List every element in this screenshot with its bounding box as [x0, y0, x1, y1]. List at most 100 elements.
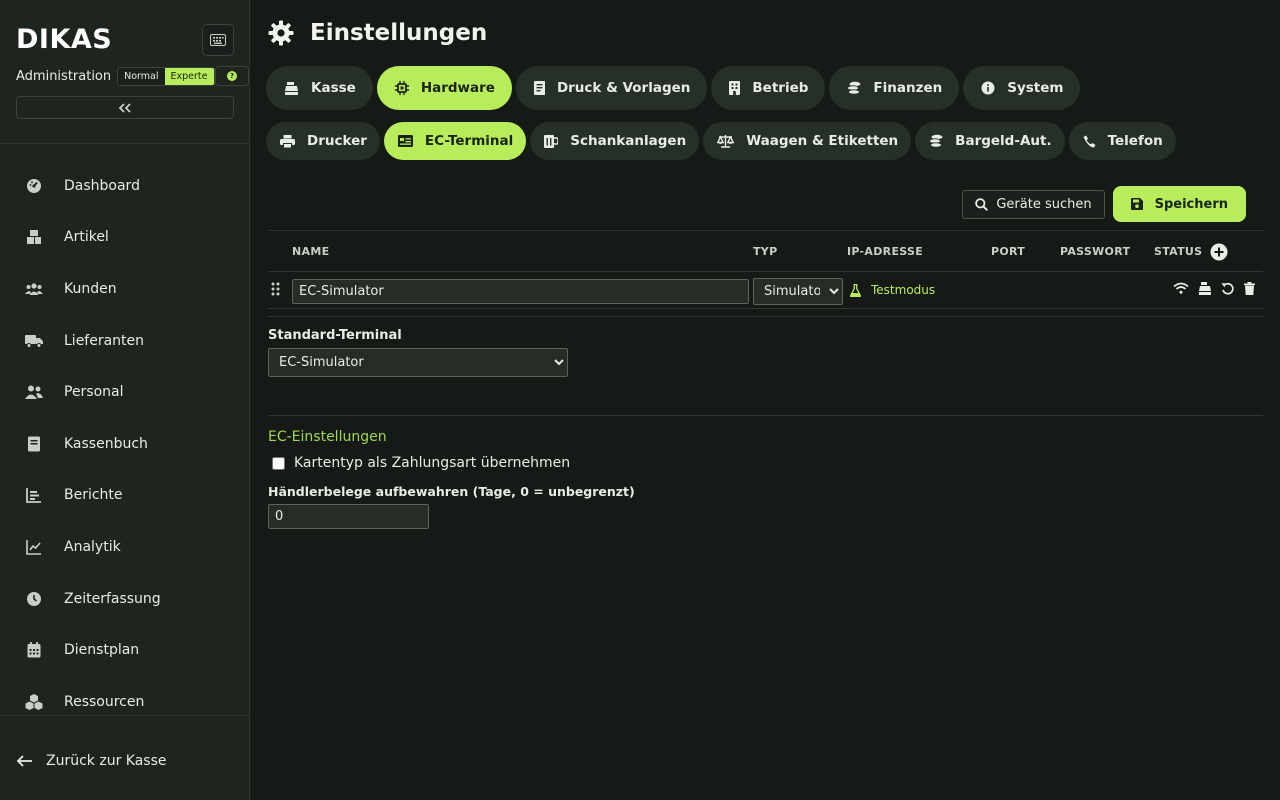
- sidebar-divider: [0, 715, 250, 716]
- tab-label: EC-Terminal: [424, 133, 514, 149]
- sidebar-item-zeiterfassung[interactable]: Zeiterfassung: [0, 573, 250, 625]
- staff-icon: [24, 382, 44, 402]
- tab-label: Betrieb: [752, 80, 809, 96]
- truck-icon: [24, 331, 44, 351]
- merchant-receipts-label: Händlerbelege aufbewahren (Tage, 0 = unb…: [268, 484, 635, 499]
- cash-register-icon[interactable]: [1198, 282, 1212, 296]
- sidebar-item-ressourcen[interactable]: Ressourcen: [0, 676, 250, 715]
- chip-icon: [394, 81, 409, 95]
- sidebar-item-lieferanten[interactable]: Lieferanten: [0, 315, 250, 367]
- table-row: Simulator Testmodus: [268, 272, 1263, 309]
- mode-expert-button[interactable]: Experte: [164, 67, 214, 85]
- cubes-icon: [24, 692, 44, 712]
- tab-telefon[interactable]: Telefon: [1068, 122, 1176, 160]
- tab-label: Telefon: [1107, 133, 1163, 149]
- keyboard-button[interactable]: [202, 24, 234, 56]
- document-icon: [533, 81, 545, 95]
- keyboard-icon: [210, 34, 226, 46]
- sidebar-item-label: Zeiterfassung: [64, 590, 161, 607]
- merchant-receipts-input[interactable]: [268, 504, 429, 529]
- gauge-icon: [24, 176, 44, 196]
- tab-label: Schankanlagen: [570, 133, 687, 149]
- column-header-name: NAME: [292, 245, 330, 258]
- standard-terminal-select[interactable]: EC-Simulator: [268, 348, 568, 377]
- cash-register-icon: [284, 81, 299, 95]
- tab-betrieb[interactable]: Betrieb: [711, 66, 826, 110]
- sidebar-item-label: Berichte: [64, 487, 123, 504]
- trash-icon[interactable]: [1244, 282, 1255, 296]
- add-terminal-button[interactable]: [1210, 243, 1228, 261]
- drag-handle-icon[interactable]: [271, 282, 280, 296]
- tab-label: System: [1007, 80, 1064, 96]
- terminal-name-input[interactable]: [292, 279, 749, 304]
- sidebar-item-dienstplan[interactable]: Dienstplan: [0, 624, 250, 676]
- tab-hardware[interactable]: Hardware: [376, 66, 512, 110]
- tab-druck-vorlagen[interactable]: Druck & Vorlagen: [515, 66, 708, 110]
- tab-schankanlagen[interactable]: Schankanlagen: [530, 122, 700, 160]
- coins-icon: [929, 134, 943, 148]
- tab-finanzen[interactable]: Finanzen: [829, 66, 960, 110]
- card-type-option[interactable]: Kartentyp als Zahlungsart übernehmen: [272, 455, 570, 471]
- id-card-icon: [397, 135, 413, 147]
- card-type-label: Kartentyp als Zahlungsart übernehmen: [294, 455, 571, 471]
- settings-tabs: Kasse Hardware Druck & Vorlagen Betrieb …: [266, 66, 1084, 110]
- sidebar: DIKAS Administration Normal Experte ? Da…: [0, 0, 250, 800]
- sidebar-item-label: Dienstplan: [64, 642, 140, 659]
- scale-icon: [717, 134, 735, 148]
- sidebar-item-label: Dashboard: [64, 177, 140, 194]
- tab-label: Kasse: [311, 80, 356, 96]
- sidebar-item-label: Analytik: [64, 538, 121, 555]
- sidebar-item-artikel[interactable]: Artikel: [0, 212, 250, 264]
- sidebar-item-analytik[interactable]: Analytik: [0, 521, 250, 573]
- sidebar-item-berichte[interactable]: Berichte: [0, 470, 250, 522]
- sidebar-item-kassenbuch[interactable]: Kassenbuch: [0, 418, 250, 470]
- search-icon: [975, 197, 989, 211]
- hardware-subtabs: Drucker EC-Terminal Schankanlagen Waagen…: [266, 122, 1180, 160]
- tab-system[interactable]: System: [963, 66, 1081, 110]
- beer-mug-icon: [544, 134, 559, 148]
- printer-icon: [280, 134, 295, 148]
- column-header-password: PASSWORT: [1060, 245, 1131, 258]
- sidebar-item-kunden[interactable]: Kunden: [0, 263, 250, 315]
- card-type-checkbox[interactable]: [272, 456, 285, 470]
- reset-icon[interactable]: [1221, 282, 1235, 296]
- tab-bargeld-aut[interactable]: Bargeld-Aut.: [915, 122, 1065, 160]
- help-button[interactable]: ?: [215, 66, 249, 86]
- sidebar-item-dashboard[interactable]: Dashboard: [0, 160, 250, 212]
- tab-label: Drucker: [307, 133, 367, 149]
- tab-waagen-etiketten[interactable]: Waagen & Etiketten: [703, 122, 912, 160]
- plus-circle-icon: [1210, 243, 1228, 261]
- terminal-type-select[interactable]: Simulator: [753, 278, 843, 305]
- wifi-icon[interactable]: [1173, 282, 1189, 296]
- collapse-sidebar-button[interactable]: [16, 96, 234, 119]
- admin-mode-row: Administration Normal Experte: [16, 66, 215, 86]
- tab-label: Bargeld-Aut.: [955, 133, 1052, 149]
- book-icon: [24, 434, 44, 454]
- column-header-status: STATUS: [1154, 245, 1203, 258]
- save-button[interactable]: Speichern: [1112, 186, 1246, 222]
- tab-drucker[interactable]: Drucker: [266, 122, 380, 160]
- standard-terminal-label: Standard-Terminal: [268, 328, 402, 343]
- save-label: Speichern: [1154, 196, 1228, 212]
- back-to-register-link[interactable]: Zurück zur Kasse: [16, 750, 167, 772]
- boxes-icon: [24, 227, 44, 247]
- flask-icon: [850, 283, 861, 297]
- info-circle-icon: [981, 81, 995, 95]
- table-header: NAME TYP IP-ADRESSE PORT PASSWORT STATUS: [268, 230, 1263, 272]
- search-devices-button[interactable]: Geräte suchen: [962, 189, 1105, 219]
- floppy-disk-icon: [1130, 198, 1143, 210]
- tab-kasse[interactable]: Kasse: [266, 66, 373, 110]
- sidebar-item-label: Kunden: [64, 280, 117, 297]
- gear-icon: [268, 20, 294, 46]
- sidebar-item-personal[interactable]: Personal: [0, 366, 250, 418]
- toolbar: Geräte suchen Speichern: [962, 186, 1246, 222]
- mode-normal-button[interactable]: Normal: [118, 67, 165, 85]
- terminal-table: NAME TYP IP-ADRESSE PORT PASSWORT STATUS…: [268, 230, 1263, 309]
- chevrons-left-icon: [118, 102, 132, 113]
- tab-ec-terminal[interactable]: EC-Terminal: [383, 122, 527, 160]
- tab-label: Finanzen: [873, 80, 943, 96]
- row-actions: [1173, 282, 1264, 296]
- sidebar-item-label: Ressourcen: [64, 693, 145, 710]
- sidebar-nav: Dashboard Artikel Kunden Lieferanten Per…: [0, 160, 250, 715]
- page-title: Einstellungen: [310, 20, 488, 46]
